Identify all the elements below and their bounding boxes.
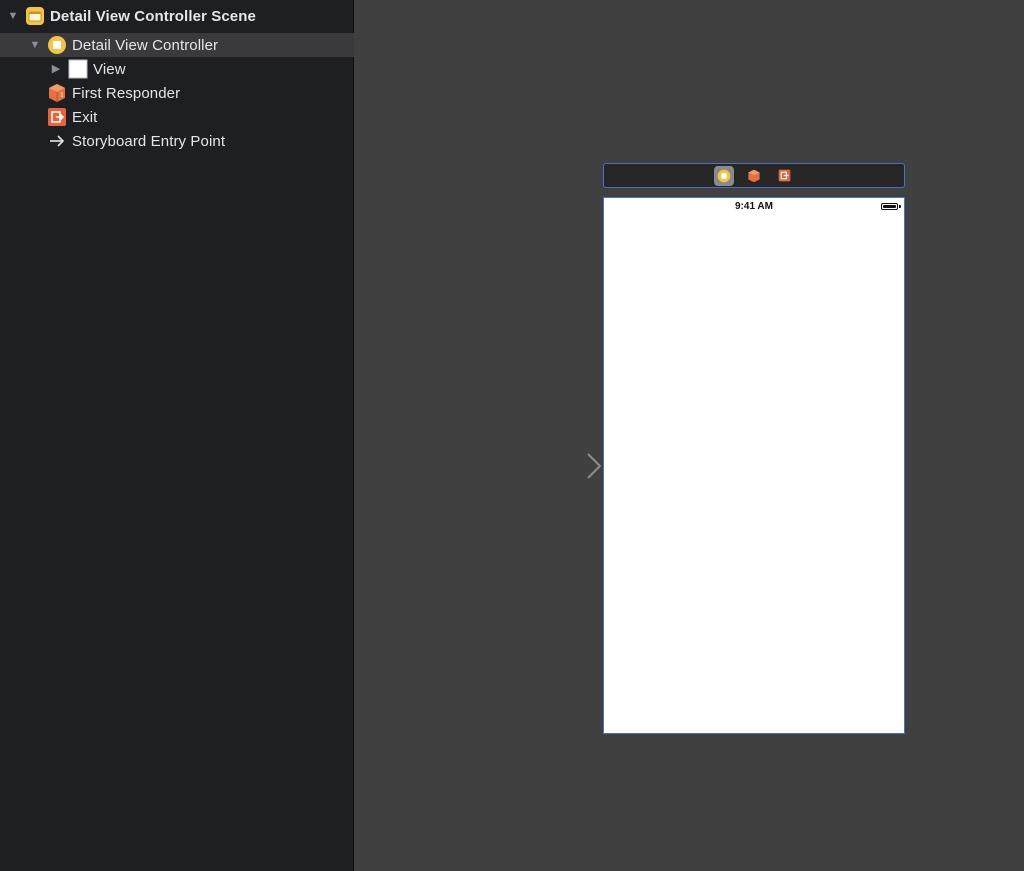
svg-text:1: 1 xyxy=(60,92,64,99)
dock-first-responder-button[interactable] xyxy=(744,166,764,186)
outline-item-label: Storyboard Entry Point xyxy=(72,132,226,150)
first-responder-icon: 1 xyxy=(47,83,67,103)
outline-item-exit[interactable]: Exit xyxy=(0,105,354,129)
scene-dock xyxy=(603,163,905,188)
outline-item-label: Detail View Controller Scene xyxy=(50,7,256,25)
outline-item-scene[interactable]: ▼ Detail View Controller Scene xyxy=(0,4,354,28)
disclosure-expanded-icon[interactable]: ▼ xyxy=(7,10,19,22)
outline-item-entry-point[interactable]: Storyboard Entry Point xyxy=(0,129,354,153)
outline-item-view-controller[interactable]: ▼ Detail View Controller xyxy=(0,33,354,57)
dock-exit-button[interactable] xyxy=(774,166,794,186)
disclosure-collapsed-icon[interactable]: ▶ xyxy=(50,63,62,75)
outline-item-label: View xyxy=(93,60,126,78)
status-bar-time: 9:41 AM xyxy=(735,201,773,212)
outline-item-view[interactable]: ▶ View xyxy=(0,57,354,81)
exit-icon xyxy=(778,169,790,182)
battery-fill xyxy=(883,205,896,208)
disclosure-expanded-icon[interactable]: ▼ xyxy=(29,39,41,51)
first-responder-icon xyxy=(748,169,760,182)
view-icon xyxy=(68,59,88,79)
battery-icon xyxy=(881,203,898,210)
battery-tip xyxy=(899,205,901,208)
exit-icon xyxy=(47,107,67,127)
storyboard-scene-icon xyxy=(25,6,45,26)
outline-item-label: Detail View Controller xyxy=(72,36,219,54)
dock-view-controller-button[interactable] xyxy=(714,165,734,186)
arrow-right-icon xyxy=(47,131,67,151)
view-controller-canvas[interactable]: 9:41 AM xyxy=(603,197,905,734)
view-controller-icon xyxy=(47,35,67,55)
outline-item-first-responder[interactable]: 1 First Responder xyxy=(0,81,354,105)
outline-item-label: Exit xyxy=(72,108,98,126)
document-outline: ▼ Detail View Controller Scene ▼ Detail … xyxy=(0,0,354,871)
outline-item-label: First Responder xyxy=(72,84,181,102)
storyboard-entry-arrow[interactable] xyxy=(520,452,604,480)
view-controller-icon xyxy=(717,169,731,182)
